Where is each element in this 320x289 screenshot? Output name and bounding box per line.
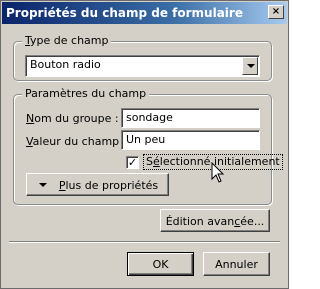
group-name-value: sondage bbox=[126, 111, 173, 124]
title-bar[interactable]: Propriétés du champ de formulaire × bbox=[2, 2, 287, 24]
field-params-legend: Paramètres du champ bbox=[22, 87, 150, 100]
cancel-label: Annuler bbox=[215, 258, 258, 271]
field-params-group: Paramètres du champ Nom du groupe : sond… bbox=[13, 87, 283, 205]
close-button[interactable]: × bbox=[268, 5, 284, 19]
field-value-value: Un peu bbox=[126, 133, 166, 146]
dropdown-button[interactable] bbox=[242, 57, 258, 75]
initially-selected-checkbox[interactable]: ✓ bbox=[126, 156, 139, 169]
advanced-edit-button[interactable]: Édition avancée... bbox=[160, 209, 270, 232]
more-properties-label: Plus de propriétés bbox=[58, 179, 159, 192]
field-type-legend: Type de champ bbox=[22, 34, 112, 47]
chevron-down-icon bbox=[247, 64, 255, 68]
triangle-down-icon bbox=[39, 183, 47, 187]
more-properties-button[interactable]: Plus de propriétés bbox=[26, 173, 169, 196]
advanced-edit-label: Édition avancée... bbox=[165, 215, 265, 228]
checkmark-icon: ✓ bbox=[127, 156, 138, 169]
dialog-window: Propriétés du champ de formulaire × Type… bbox=[0, 0, 289, 289]
field-value-label: Valeur du champ : bbox=[26, 135, 127, 148]
dialog-title: Propriétés du champ de formulaire bbox=[6, 6, 243, 20]
group-name-label: Nom du groupe : bbox=[26, 112, 119, 125]
ok-label: OK bbox=[152, 258, 169, 271]
ok-button[interactable]: OK bbox=[127, 252, 194, 276]
mouse-cursor-icon bbox=[211, 162, 225, 183]
field-type-dropdown[interactable]: Bouton radio bbox=[25, 55, 260, 77]
field-value-input[interactable]: Un peu bbox=[121, 130, 260, 150]
close-icon: × bbox=[271, 6, 281, 17]
group-name-input[interactable]: sondage bbox=[121, 108, 260, 128]
field-type-value: Bouton radio bbox=[30, 58, 101, 71]
field-type-group: Type de champ Bouton radio bbox=[13, 34, 272, 81]
cancel-button[interactable]: Annuler bbox=[203, 252, 270, 276]
separator bbox=[9, 241, 280, 243]
